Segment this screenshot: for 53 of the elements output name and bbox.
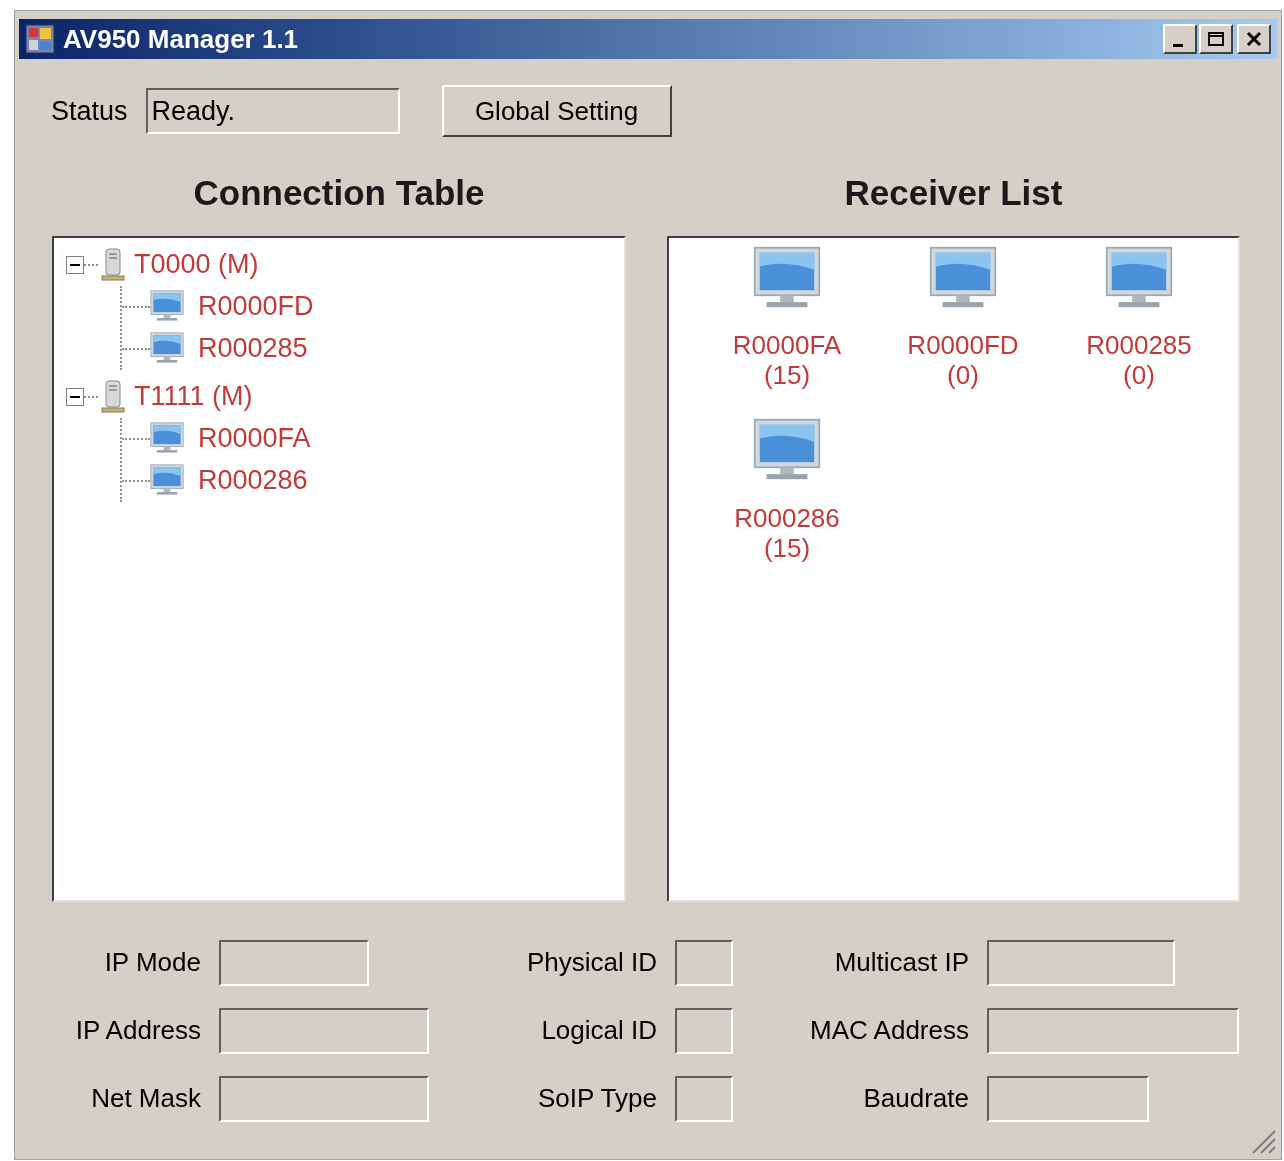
tree-expander[interactable] — [66, 255, 84, 274]
field-label: Logical ID — [540, 1014, 657, 1047]
receiver-name[interactable]: R000285 — [1086, 330, 1192, 361]
tree-item[interactable]: T0000 (M) — [134, 244, 259, 285]
maximize-icon — [1207, 31, 1225, 47]
minimize-icon — [1173, 43, 1183, 47]
monitor-icon — [150, 464, 184, 497]
monitor-icon — [150, 422, 184, 455]
connection-table-title: Connection Table — [192, 172, 486, 214]
server-icon — [98, 378, 128, 415]
maximize-button[interactable] — [1199, 24, 1233, 54]
field-label: MAC Address — [809, 1014, 969, 1047]
receiver-name[interactable]: R0000FD — [907, 330, 1019, 361]
app-icon — [25, 24, 55, 54]
field-label: Multicast IP — [833, 946, 969, 979]
receiver-count: (0) — [947, 360, 979, 391]
receiver-name[interactable]: R0000FA — [732, 330, 842, 361]
receiver-name[interactable]: R000286 — [734, 502, 840, 533]
input-field[interactable] — [987, 939, 1175, 986]
receiver-count: (0) — [1123, 360, 1155, 391]
receiver-list-title: Receiver List — [843, 172, 1064, 214]
tree-item[interactable]: T1111 (M) — [134, 376, 253, 417]
field-label: IP Mode — [103, 946, 201, 979]
input-field[interactable] — [219, 1075, 429, 1122]
field-label: IP Address — [74, 1014, 201, 1047]
server-icon — [98, 246, 128, 283]
field-label: Net Mask — [90, 1082, 201, 1115]
tree-item[interactable]: R000286 — [198, 460, 308, 501]
close-button[interactable] — [1237, 24, 1271, 54]
input-field[interactable] — [987, 1007, 1239, 1054]
input-field[interactable] — [987, 1075, 1149, 1122]
input-field[interactable] — [675, 1007, 733, 1054]
field-label: Baudrate — [862, 1082, 969, 1115]
monitor-icon — [150, 290, 184, 323]
input-field[interactable] — [219, 939, 369, 986]
field-label: Physical ID — [525, 946, 657, 979]
tree-expander[interactable] — [66, 387, 84, 406]
tree-item[interactable]: R0000FA — [198, 418, 311, 459]
close-icon — [1245, 31, 1263, 47]
minimize-button[interactable] — [1163, 24, 1197, 54]
window-title: AV950 Manager 1.1 — [63, 22, 299, 56]
monitor-icon — [150, 332, 184, 365]
status-label: Status — [51, 94, 128, 128]
input-field[interactable] — [675, 1075, 733, 1122]
input-field[interactable] — [219, 1007, 429, 1054]
tree-item[interactable]: R0000FD — [198, 286, 314, 327]
receiver-count: (15) — [763, 532, 811, 563]
global-setting-button[interactable]: Global Setting — [441, 85, 672, 137]
tree-item[interactable]: R000285 — [198, 328, 308, 369]
field-label: SoIP Type — [536, 1082, 657, 1115]
input-field[interactable] — [675, 939, 733, 986]
status-field: Ready. — [145, 88, 400, 134]
receiver-count: (15) — [763, 360, 811, 391]
